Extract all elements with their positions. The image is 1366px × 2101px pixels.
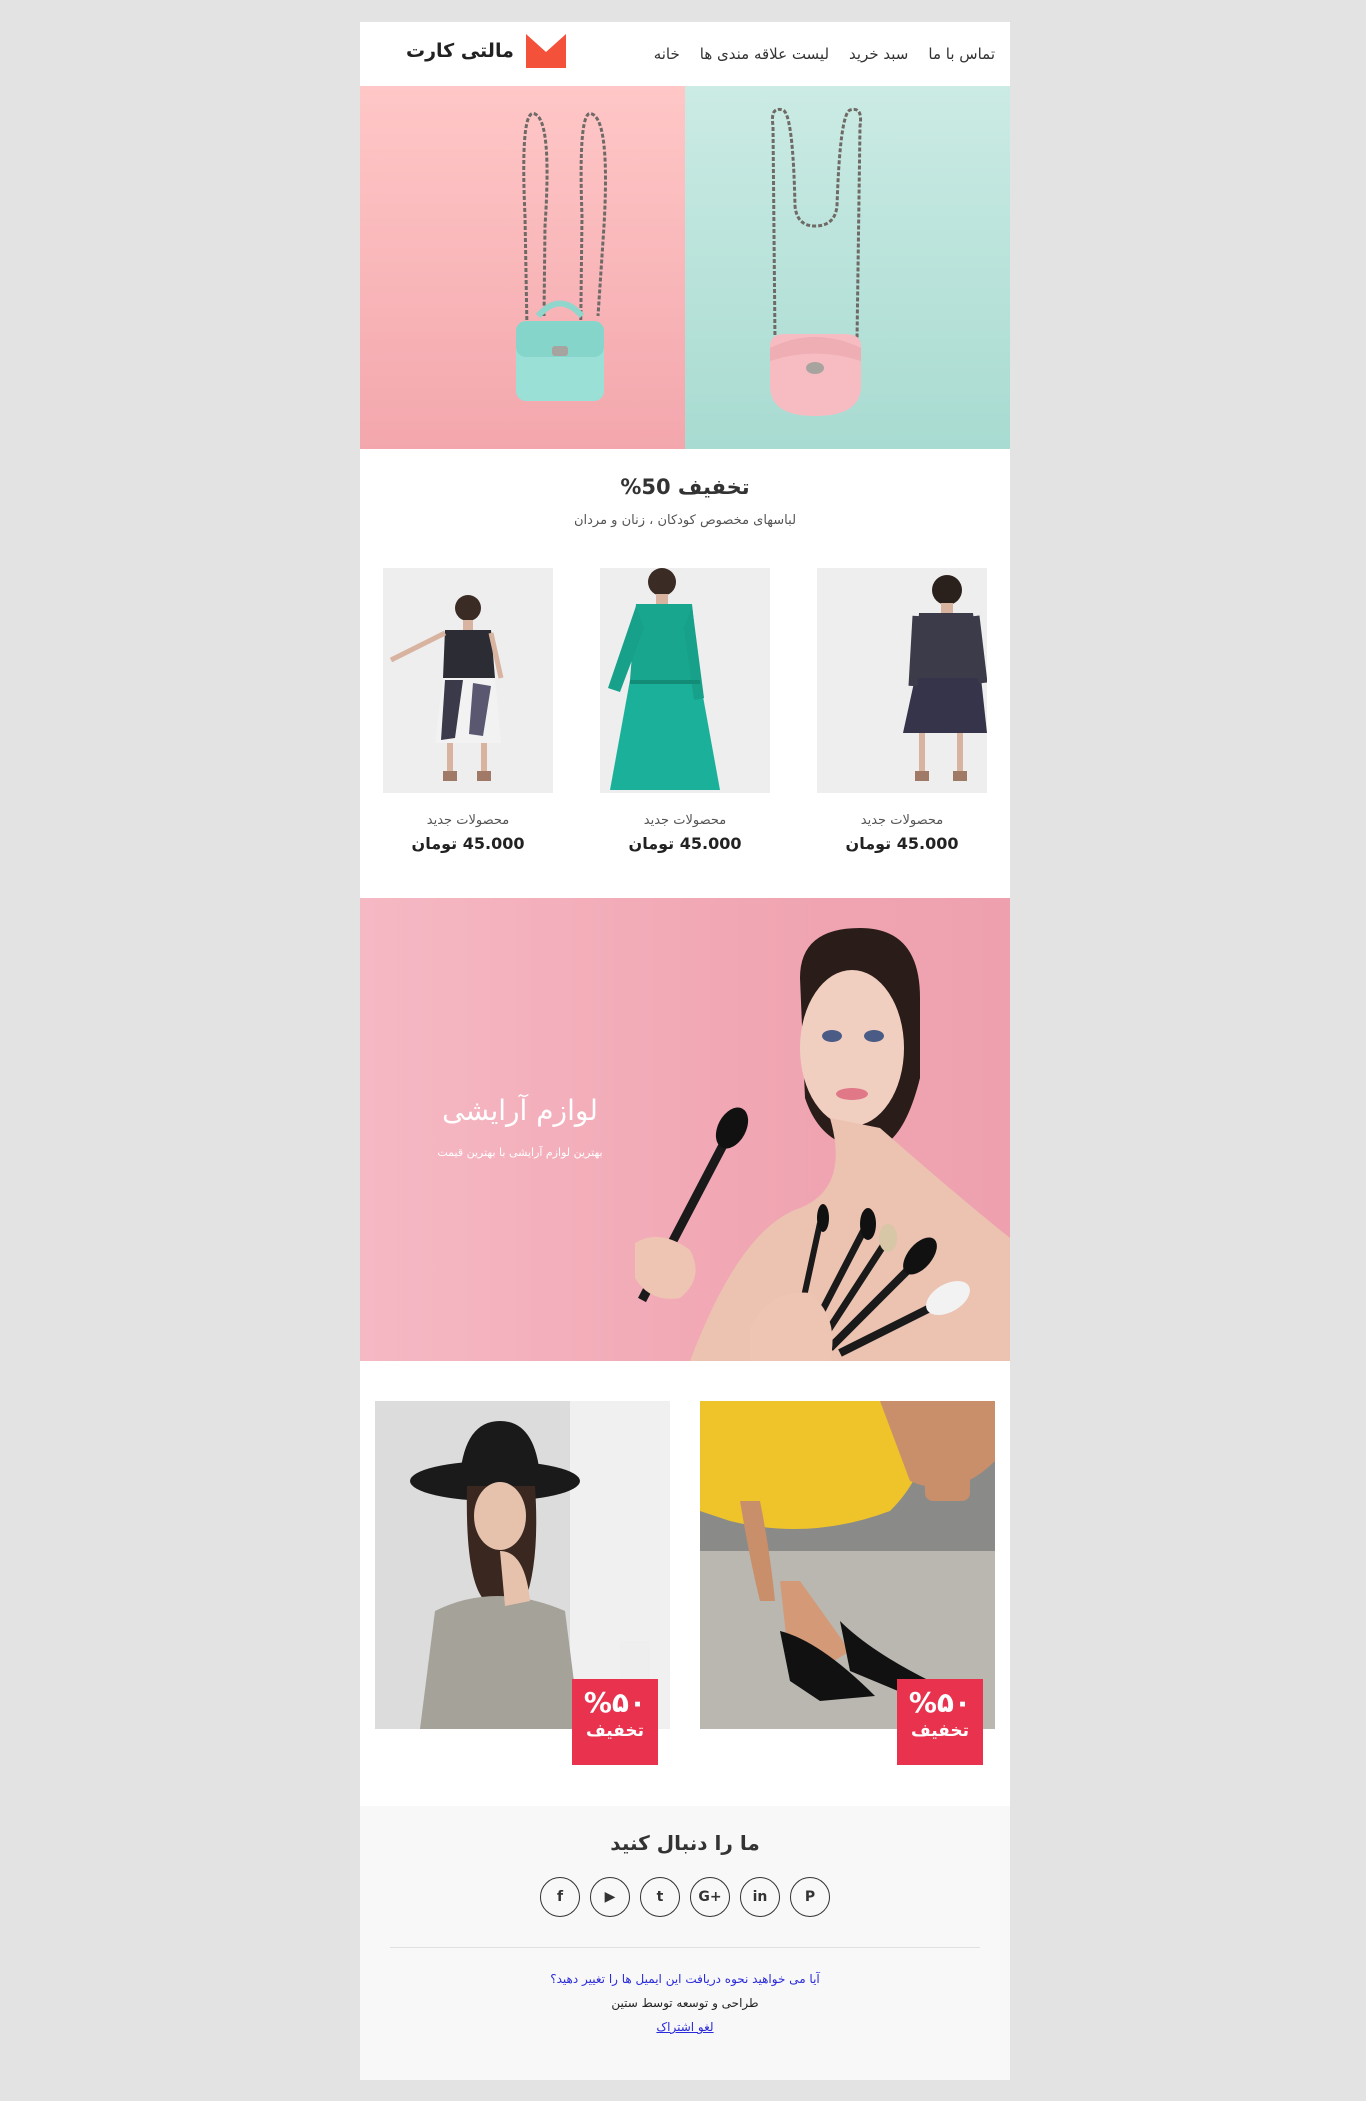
- linkedin-icon[interactable]: in: [740, 1877, 780, 1917]
- header: تماس با ما سبد خرید لیست علاقه مندی ها خ…: [360, 22, 1010, 86]
- discount-label: تخفیف: [910, 1721, 970, 1741]
- product-price: 45.000 تومان: [845, 834, 959, 853]
- discount-percent: %۵۰: [908, 1686, 972, 1719]
- nav-cart[interactable]: سبد خرید: [849, 45, 908, 63]
- main-nav: تماس با ما سبد خرید لیست علاقه مندی ها خ…: [654, 22, 995, 86]
- footer-credit: طراحی و توسعه توسط ستین: [611, 1996, 759, 2010]
- follow-us-heading: ما را دنبال کنید: [610, 1831, 760, 1855]
- hero-mint-panel: [685, 86, 1010, 449]
- email-preferences-link[interactable]: آیا می خواهید نحوه دریافت این ایمیل ها ر…: [360, 1972, 1010, 1986]
- hero-banner[interactable]: [360, 86, 1010, 449]
- email-container: تماس با ما سبد خرید لیست علاقه مندی ها خ…: [360, 22, 1010, 2080]
- promo-section: تخفیف 50% لباسهای مخصوص کودکان ، زنان و …: [360, 449, 1010, 528]
- facebook-icon[interactable]: f: [540, 1877, 580, 1917]
- product-label: محصولات جدید: [426, 813, 510, 828]
- discount-badge-1: %۵۰ تخفیف: [572, 1679, 658, 1765]
- cosmetics-banner[interactable]: لوازم آرایشی بهترین لوازم آرایشی با بهتر…: [360, 898, 1010, 1361]
- promo-title: تخفیف 50%: [620, 475, 750, 499]
- cosmetics-title: لوازم آرایشی: [442, 1094, 598, 1127]
- nav-wishlist[interactable]: لیست علاقه مندی ها: [700, 45, 829, 63]
- unsubscribe-link[interactable]: لغو اشتراک: [656, 2020, 713, 2034]
- product-grid: محصولات جدید 45.000 تومان محصولات جدید 4…: [360, 528, 1010, 898]
- twitter-icon[interactable]: t: [640, 1877, 680, 1917]
- discount-label: تخفیف: [585, 1721, 645, 1741]
- logo[interactable]: مالتی کارت: [406, 34, 566, 68]
- pink-bag-illustration: [770, 107, 862, 416]
- product-label: محصولات جدید: [860, 813, 944, 828]
- google-plus-icon[interactable]: G+: [690, 1877, 730, 1917]
- cosmetics-subtitle: بهترین لوازم آرایشی با بهترین قیمت: [437, 1146, 603, 1159]
- product-card-2[interactable]: محصولات جدید 45.000 تومان: [600, 568, 770, 853]
- nav-contact[interactable]: تماس با ما: [928, 45, 995, 63]
- product-label: محصولات جدید: [643, 813, 727, 828]
- nav-home[interactable]: خانه: [654, 45, 680, 63]
- discount-badge-2: %۵۰ تخفیف: [897, 1679, 983, 1765]
- model-patterned-dress-image: [389, 595, 504, 781]
- product-price: 45.000 تومان: [628, 834, 742, 853]
- offers-section: %۵۰ تخفیف %۵۰ تخفیف: [360, 1361, 1010, 1806]
- promo-subtitle: لباسهای مخصوص کودکان ، زنان و مردان: [573, 513, 797, 528]
- social-links: f ▶ t G+ in P: [360, 1877, 1010, 1917]
- footer-divider: [390, 1947, 980, 1948]
- logo-text: مالتی کارت: [406, 40, 514, 62]
- product-image[interactable]: [600, 568, 770, 793]
- product-image[interactable]: [383, 568, 553, 793]
- product-price: 45.000 تومان: [411, 834, 525, 853]
- logo-mark-icon: [525, 34, 566, 68]
- product-card-3[interactable]: محصولات جدید 45.000 تومان: [817, 568, 987, 853]
- hero-pink-panel: [360, 86, 685, 449]
- model-with-brushes-illustration: [635, 928, 1010, 1361]
- product-card-1[interactable]: محصولات جدید 45.000 تومان: [383, 568, 553, 853]
- pinterest-icon[interactable]: P: [790, 1877, 830, 1917]
- mint-backpack-illustration: [516, 112, 607, 401]
- model-green-dress-image: [608, 568, 720, 790]
- youtube-icon[interactable]: ▶: [590, 1877, 630, 1917]
- model-dark-dress-image: [903, 575, 987, 781]
- discount-percent: %۵۰: [583, 1686, 647, 1719]
- footer: ما را دنبال کنید f ▶ t G+ in P آیا می خو…: [360, 1806, 1010, 2080]
- product-image[interactable]: [817, 568, 987, 793]
